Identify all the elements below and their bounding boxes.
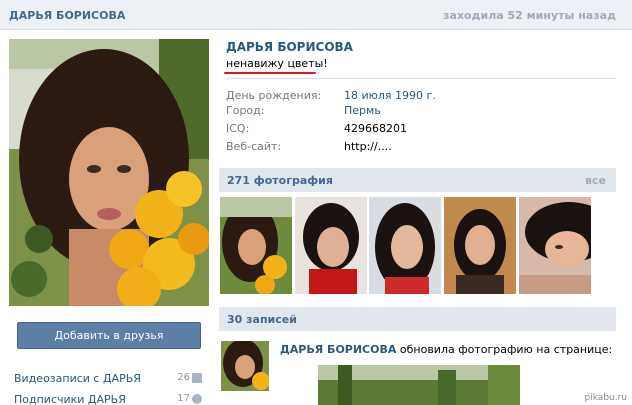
wall-count-title[interactable]: 30 записей	[227, 313, 297, 326]
wall-post-action: обновила фотографию на странице:	[396, 343, 613, 356]
info-value-city[interactable]: Пермь	[344, 104, 381, 117]
profile-avatar[interactable]	[9, 39, 209, 306]
video-icon	[192, 373, 202, 383]
sidebar-link-label: Видеозаписи с ДАРЬЯ	[14, 372, 141, 385]
photo-thumb-5[interactable]	[519, 197, 591, 294]
people-icon	[192, 394, 202, 404]
wall-post-author[interactable]: ДАРЬЯ БОРИСОВА	[280, 343, 396, 356]
wall-post-photo[interactable]	[318, 365, 520, 405]
photos-section-header[interactable]: 271 фотография все	[219, 168, 616, 192]
photo-thumb-3[interactable]	[369, 197, 441, 294]
profile-header-bar: ДАРЬЯ БОРИСОВА заходила 52 минуты назад	[0, 0, 632, 30]
photo-thumb-1[interactable]	[220, 197, 292, 294]
add-friend-button[interactable]: Добавить в друзья	[17, 322, 201, 349]
photo-thumb-4[interactable]	[444, 197, 516, 294]
info-label-icq: ICQ:	[226, 122, 250, 135]
watermark-text: pikabu.ru	[582, 393, 629, 403]
divider	[226, 78, 616, 79]
last-seen-status: заходила 52 минуты назад	[443, 9, 616, 22]
status-underline-mark	[224, 72, 316, 74]
sidebar-link-label: Подписчики ДАРЬЯ	[14, 393, 126, 405]
photos-all-link[interactable]: все	[585, 174, 606, 187]
info-label-website: Веб-сайт:	[226, 140, 282, 153]
sidebar-link-videos[interactable]: Видеозаписи с ДАРЬЯ 26	[14, 372, 204, 388]
sidebar-link-subscribers[interactable]: Подписчики ДАРЬЯ 17	[14, 393, 204, 405]
sidebar-link-count: 17	[177, 393, 190, 404]
info-value-icq: 429668201	[344, 122, 407, 135]
wall-post-avatar[interactable]	[221, 341, 269, 391]
sidebar-link-count: 26	[177, 372, 190, 383]
header-name[interactable]: ДАРЬЯ БОРИСОВА	[9, 9, 125, 22]
page-title: ДАРЬЯ БОРИСОВА	[226, 40, 353, 54]
info-label-birthday: День рождения:	[226, 89, 322, 102]
wall-post-text: ДАРЬЯ БОРИСОВА обновила фотографию на ст…	[280, 343, 612, 356]
photo-thumb-2[interactable]	[295, 197, 367, 294]
profile-status[interactable]: ненавижу цветы!	[226, 57, 328, 70]
info-label-city: Город:	[226, 104, 265, 117]
info-value-website[interactable]: http://....	[344, 140, 392, 153]
wall-section-header[interactable]: 30 записей	[219, 307, 616, 331]
photos-count-title[interactable]: 271 фотография	[227, 174, 333, 187]
info-value-birthday[interactable]: 18 июля 1990 г.	[344, 89, 436, 102]
